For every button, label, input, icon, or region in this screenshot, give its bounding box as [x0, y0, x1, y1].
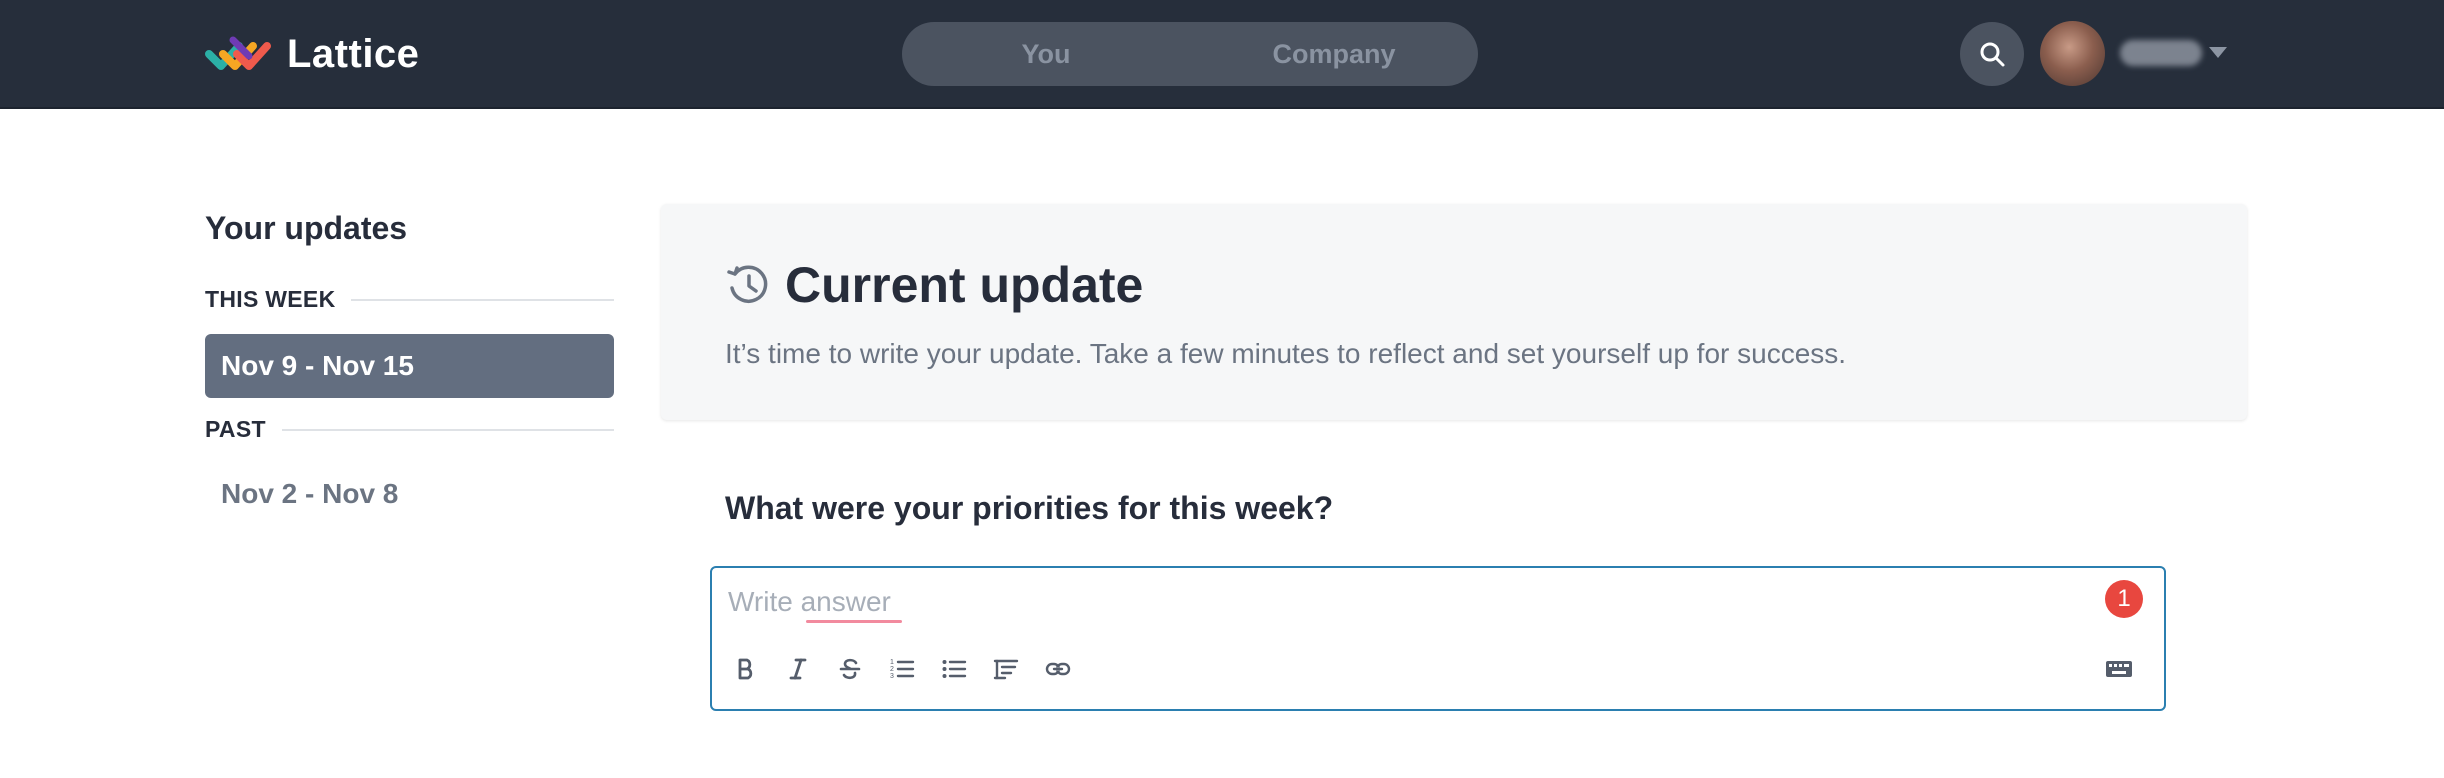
top-navigation-bar: Lattice You Company: [0, 0, 2444, 109]
section-label-this-week: THIS WEEK: [205, 286, 336, 312]
question-label: What were your priorities for this week?: [725, 490, 1334, 526]
search-button[interactable]: [1960, 22, 2024, 86]
tab-you[interactable]: You: [902, 22, 1190, 86]
section-past: PAST: [205, 416, 614, 443]
italic-icon: [789, 658, 807, 680]
answer-editor: 1 1 2 3: [710, 566, 2166, 711]
numbered-list-icon: 1 2 3: [890, 659, 915, 680]
user-name-blurred[interactable]: [2120, 40, 2202, 66]
divider: [351, 298, 614, 301]
bulleted-list-button[interactable]: [936, 651, 972, 687]
italic-button[interactable]: [780, 651, 816, 687]
strikethrough-icon: [839, 658, 861, 680]
answer-input[interactable]: [728, 582, 2028, 622]
avatar[interactable]: [2040, 21, 2105, 86]
sidebar-title: Your updates: [205, 210, 408, 246]
svg-text:3: 3: [890, 673, 894, 680]
divider: [281, 428, 614, 431]
bulleted-list-icon: [942, 660, 967, 678]
keyboard-shortcuts-button[interactable]: [2104, 655, 2134, 683]
card-subtitle: It’s time to write your update. Take a f…: [725, 338, 1847, 369]
section-this-week: THIS WEEK: [205, 286, 614, 313]
lattice-logo[interactable]: Lattice: [205, 28, 419, 80]
search-icon: [1980, 42, 2005, 67]
you-company-toggle: You Company: [902, 22, 1478, 86]
current-update-card: Current update It’s time to write your u…: [661, 204, 2247, 420]
svg-text:1: 1: [890, 659, 894, 666]
notification-badge[interactable]: 1: [2105, 580, 2143, 618]
svg-text:2: 2: [890, 666, 894, 673]
tab-company[interactable]: Company: [1190, 22, 1478, 86]
chevron-down-icon[interactable]: [2209, 47, 2227, 58]
brand-name: Lattice: [287, 31, 420, 76]
link-button[interactable]: [1040, 651, 1076, 687]
week-item-current[interactable]: Nov 9 - Nov 15: [205, 334, 614, 398]
strikethrough-button[interactable]: [832, 651, 868, 687]
formatting-toolbar: 1 2 3: [728, 651, 1092, 687]
card-header: Current update: [725, 256, 1143, 314]
lattice-logo-icon: [205, 36, 271, 70]
link-icon: [1045, 662, 1071, 676]
spellcheck-underline: [806, 620, 902, 623]
numbered-list-button[interactable]: 1 2 3: [884, 651, 920, 687]
bold-icon: [738, 658, 753, 680]
indent-button[interactable]: [988, 651, 1024, 687]
keyboard-icon: [2106, 661, 2132, 677]
indent-icon: [993, 659, 1019, 680]
history-clock-icon: [727, 265, 768, 303]
week-item-past[interactable]: Nov 2 - Nov 8: [205, 462, 614, 526]
section-label-past: PAST: [205, 416, 266, 442]
page-title: Current update: [785, 257, 1144, 313]
bold-button[interactable]: [728, 651, 764, 687]
